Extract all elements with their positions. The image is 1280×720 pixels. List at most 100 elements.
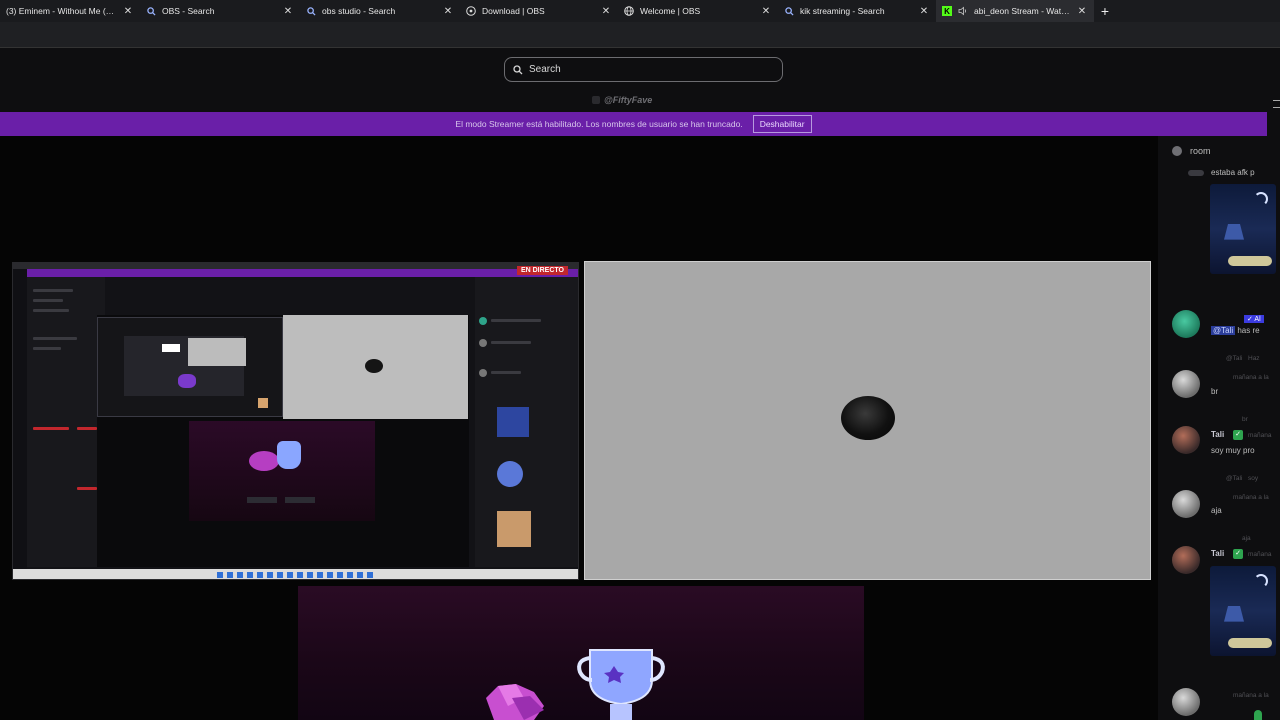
- mini-trophy: [277, 441, 301, 469]
- channel-handle[interactable]: @FiftyFave: [592, 95, 652, 105]
- menu-edge: [1267, 90, 1280, 136]
- close-icon[interactable]: ✕: [918, 6, 930, 17]
- close-icon[interactable]: ✕: [1076, 6, 1088, 17]
- speaker-icon[interactable]: [958, 6, 968, 16]
- mini-nested-gray: [188, 338, 246, 366]
- chat-avatar[interactable]: [1172, 310, 1200, 338]
- new-tab-button[interactable]: +: [1094, 0, 1116, 22]
- chat-avatar[interactable]: [1172, 688, 1200, 716]
- mini-avatar: [479, 369, 487, 377]
- chat-avatar[interactable]: [1172, 370, 1200, 398]
- close-icon[interactable]: ✕: [760, 6, 772, 17]
- mini-chat-image: [497, 511, 531, 547]
- site-header: Search: [0, 48, 1280, 90]
- tab-kik-streaming-search[interactable]: kik streaming - Search ✕: [778, 0, 936, 22]
- search-icon: [146, 6, 156, 16]
- obs-icon: [466, 6, 476, 16]
- tab-download-obs[interactable]: Download | OBS ✕: [460, 0, 618, 22]
- trophy-icon: [486, 649, 665, 720]
- tab-eminem[interactable]: (3) Eminem - Without Me (Remix) ✕: [0, 0, 140, 22]
- chat-message-text: soy muy pro: [1211, 446, 1255, 455]
- overlay-card: [298, 586, 864, 720]
- mini-icon-rail: [13, 269, 27, 571]
- chat-reply-ref: @Tali: [1226, 475, 1243, 482]
- browser-toolbar: [0, 22, 1280, 48]
- mini-taskbar: [13, 569, 578, 579]
- mini-chat: [475, 277, 578, 567]
- leaf-icon: [1254, 710, 1262, 720]
- mini-blob: [365, 359, 383, 373]
- mini-nested-capture: [97, 317, 283, 417]
- mod-badge: ✓ Al: [1244, 315, 1264, 323]
- moon-icon: [1254, 574, 1268, 588]
- chat-reply-text: soy: [1248, 475, 1259, 482]
- mini-gems: [249, 451, 279, 471]
- room-icon: [1172, 146, 1182, 156]
- chat-message: @Tali has re: [1211, 326, 1260, 335]
- mini-line: [77, 427, 97, 430]
- chat-timestamp: mañana: [1248, 432, 1272, 439]
- mini-line: [33, 347, 61, 350]
- mini-gray-view: [283, 315, 468, 419]
- search-placeholder: Search: [529, 64, 561, 75]
- mini-nested-gem: [178, 374, 196, 388]
- chat-avatar[interactable]: [1172, 426, 1200, 454]
- mini-line: [33, 337, 77, 340]
- close-icon[interactable]: ✕: [122, 6, 134, 17]
- mention: @Tali: [1211, 326, 1236, 335]
- mini-line: [33, 427, 69, 430]
- tab-obs-studio-search[interactable]: obs studio - Search ✕: [300, 0, 460, 22]
- chat-reply-text: br: [1242, 416, 1248, 423]
- chat-username[interactable]: Tali: [1211, 430, 1224, 439]
- mini-banner: [27, 269, 578, 277]
- chat-image[interactable]: [1210, 566, 1276, 656]
- mini-sidebar: [27, 277, 105, 567]
- tab-abi-deon-stream[interactable]: K abi_deon Stream - Watch Live ✕: [936, 0, 1094, 22]
- mini-line: [77, 487, 97, 490]
- chat-reply-text: Haz: [1248, 355, 1260, 362]
- mini-nested-thumb: [258, 398, 268, 408]
- chat-room-header: room: [1172, 146, 1211, 156]
- chat-message-text: aja: [1211, 506, 1222, 515]
- lamp-icon: [1224, 224, 1244, 240]
- chat-username[interactable]: Tali: [1211, 549, 1224, 558]
- lamp-icon: [1224, 606, 1244, 622]
- banner-message: El modo Streamer está habilitado. Los no…: [455, 119, 743, 129]
- mini-line: [491, 341, 531, 344]
- tab-welcome-obs[interactable]: Welcome | OBS ✕: [618, 0, 778, 22]
- video-player[interactable]: EN DIRECTO: [0, 136, 1158, 720]
- chat-panel: room estaba afk p ✓ Al @Tali has re @Tal…: [1158, 136, 1280, 720]
- mini-button: [247, 497, 277, 503]
- pillow-icon: [1228, 256, 1272, 266]
- tab-obs-search[interactable]: OBS - Search ✕: [140, 0, 300, 22]
- channel-avatar-icon: [592, 96, 600, 104]
- disable-streamer-mode-button[interactable]: Deshabilitar: [752, 115, 812, 133]
- mini-line: [33, 289, 73, 292]
- search-icon: [513, 64, 523, 74]
- search-icon: [784, 6, 794, 16]
- live-badge: EN DIRECTO: [516, 266, 568, 275]
- close-icon[interactable]: ✕: [600, 6, 612, 17]
- chat-reply-text: aja: [1242, 535, 1251, 542]
- chat-timestamp: mañana: [1248, 551, 1272, 558]
- mini-chat-image: [497, 407, 529, 437]
- hamburger-icon[interactable]: [1273, 100, 1280, 108]
- chat-avatar[interactable]: [1172, 546, 1200, 574]
- chat-avatar[interactable]: [1172, 490, 1200, 518]
- verified-icon: ✓: [1233, 549, 1243, 559]
- webcam-object: [841, 396, 895, 440]
- chat-image[interactable]: [1210, 184, 1276, 274]
- mini-button: [285, 497, 315, 503]
- search-icon: [306, 6, 316, 16]
- close-icon[interactable]: ✕: [282, 6, 294, 17]
- mini-avatar: [479, 317, 487, 325]
- kick-icon: K: [942, 6, 952, 16]
- channel-bar: @FiftyFave: [0, 90, 1280, 112]
- mini-line: [33, 309, 69, 312]
- mini-nested-white: [162, 344, 180, 352]
- close-icon[interactable]: ✕: [442, 6, 454, 17]
- chat-avatar-partial: [1188, 170, 1204, 176]
- chat-message-text: estaba afk p: [1211, 168, 1255, 177]
- search-input[interactable]: Search: [504, 57, 783, 82]
- mini-line: [33, 299, 63, 302]
